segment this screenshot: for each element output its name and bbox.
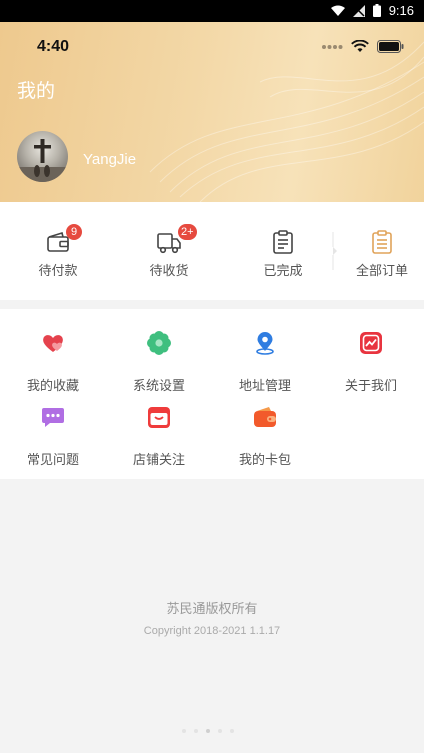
no-signal-icon bbox=[352, 4, 365, 17]
system-time: 9:16 bbox=[388, 3, 414, 18]
favorites-heart-icon bbox=[43, 335, 63, 352]
order-pending-payment[interactable]: 9 待付款 bbox=[8, 202, 108, 300]
page-dot bbox=[194, 729, 198, 733]
service-address[interactable]: 地址管理 bbox=[212, 315, 318, 394]
username[interactable]: YangJie bbox=[83, 151, 136, 168]
signal-dots-icon bbox=[322, 44, 343, 49]
pending-receipt-badge: 2+ bbox=[178, 224, 197, 240]
orders-list-icon bbox=[372, 230, 392, 254]
about-us-icon bbox=[360, 332, 382, 354]
service-favorites[interactable]: 我的收藏 bbox=[0, 315, 106, 394]
avatar[interactable] bbox=[17, 131, 68, 182]
order-pending-receipt-label: 待收货 bbox=[149, 264, 189, 279]
battery-icon bbox=[377, 40, 404, 53]
status-time: 4:40 bbox=[37, 38, 70, 55]
page-indicator bbox=[182, 729, 234, 733]
services-panel: 我的收藏 系统设置 地址管理 关于我们 常见问题 店铺关注 我的卡包 bbox=[0, 309, 424, 479]
order-completed[interactable]: 已完成 bbox=[233, 202, 333, 300]
service-about-label: 关于我们 bbox=[344, 379, 397, 394]
service-card-wallet[interactable]: 我的卡包 bbox=[212, 389, 318, 468]
page-dot bbox=[230, 729, 234, 733]
page-dot bbox=[218, 729, 222, 733]
page-dot-active bbox=[206, 729, 210, 733]
location-pin-icon bbox=[256, 332, 274, 355]
service-faq-label: 常见问题 bbox=[26, 453, 79, 468]
ios-status-icons bbox=[321, 40, 404, 53]
avatar-image bbox=[17, 139, 68, 182]
order-completed-label: 已完成 bbox=[263, 264, 303, 279]
profile-header: 4:40 我的 YangJie bbox=[0, 22, 424, 202]
wifi-icon bbox=[330, 5, 345, 16]
clipboard-icon bbox=[273, 230, 293, 254]
service-card-wallet-label: 我的卡包 bbox=[238, 453, 291, 468]
page-title: 我的 bbox=[17, 80, 56, 102]
order-status-panel: 9 待付款 2+ 待收货 已完成 全部订单 bbox=[0, 202, 424, 300]
card-wallet-icon bbox=[254, 407, 276, 427]
settings-flower-icon bbox=[147, 331, 171, 355]
shop-follow-icon bbox=[148, 407, 170, 428]
service-faq[interactable]: 常见问题 bbox=[0, 389, 106, 468]
pending-payment-badge: 9 bbox=[66, 224, 82, 240]
faq-chat-icon bbox=[42, 408, 64, 427]
page-dot bbox=[182, 729, 186, 733]
service-settings[interactable]: 系统设置 bbox=[106, 315, 212, 394]
android-status-bar: 9:16 bbox=[0, 0, 424, 22]
order-all-label: 全部订单 bbox=[355, 264, 408, 279]
battery-icon bbox=[372, 4, 381, 17]
footer-copyright: Copyright 2018-2021 1.1.17 bbox=[143, 625, 281, 637]
service-about[interactable]: 关于我们 bbox=[318, 315, 424, 394]
footer-company: 苏民通版权所有 bbox=[166, 602, 258, 617]
order-pending-receipt[interactable]: 2+ 待收货 bbox=[119, 202, 219, 300]
order-all[interactable]: 全部订单 bbox=[332, 202, 424, 300]
order-pending-payment-label: 待付款 bbox=[38, 264, 78, 279]
service-shop-follow-label: 店铺关注 bbox=[132, 453, 185, 468]
wifi-icon bbox=[351, 40, 369, 52]
service-shop-follow[interactable]: 店铺关注 bbox=[106, 389, 212, 468]
